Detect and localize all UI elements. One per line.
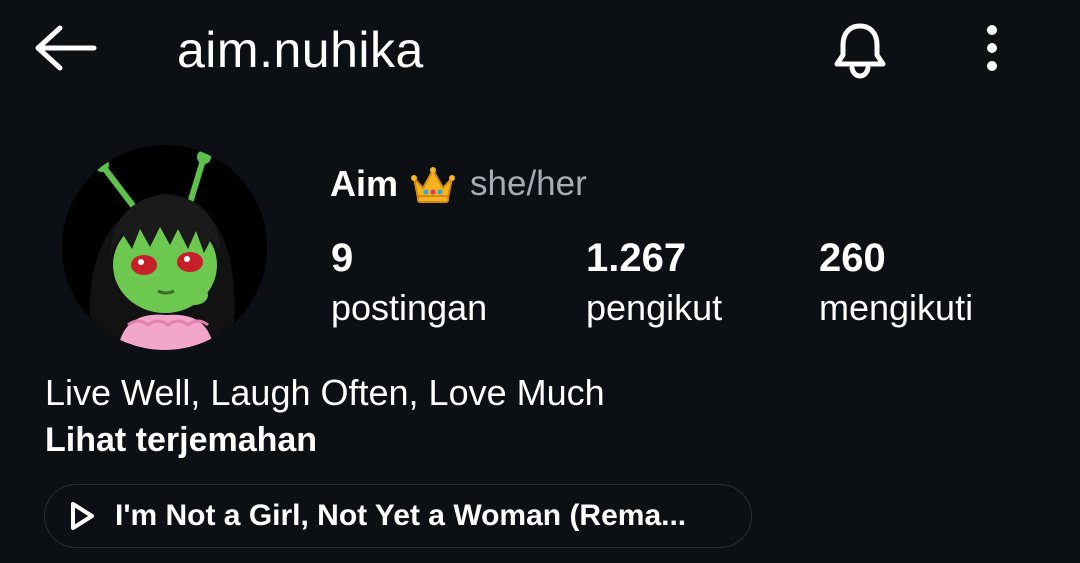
bell-icon	[834, 23, 886, 79]
following-label: mengikuti	[819, 287, 974, 328]
posts-label: postingan	[331, 287, 488, 328]
avatar-image	[62, 145, 267, 350]
more-options-button[interactable]	[970, 20, 1014, 76]
top-app-bar: aim.nuhika	[0, 0, 1080, 100]
profile-name-row: Aim she/her	[330, 160, 587, 208]
more-vertical-icon	[987, 25, 997, 71]
profile-bio: Live Well, Laugh Often, Love Much	[45, 372, 605, 413]
see-translation-link[interactable]: Lihat terjemahan	[45, 416, 317, 464]
posts-count: 9	[331, 236, 354, 280]
crown-emoji	[410, 164, 456, 204]
stat-followers[interactable]: 1.267 pengikut	[586, 232, 722, 332]
profile-avatar[interactable]	[62, 145, 267, 350]
profile-username: aim.nuhika	[177, 22, 424, 78]
notifications-button[interactable]	[828, 18, 892, 82]
profile-music-button[interactable]: I'm Not a Girl, Not Yet a Woman (Rema...	[44, 484, 752, 548]
display-name: Aim	[330, 163, 399, 204]
stat-following[interactable]: 260 mengikuti	[819, 232, 973, 332]
pronouns: she/her	[470, 164, 587, 203]
play-icon	[67, 499, 97, 533]
followers-label: pengikut	[586, 287, 723, 328]
music-title: I'm Not a Girl, Not Yet a Woman (Rema...	[115, 499, 687, 532]
stat-posts[interactable]: 9 postingan	[331, 232, 487, 332]
back-button[interactable]	[30, 22, 100, 74]
arrow-left-icon	[35, 25, 97, 71]
following-count: 260	[819, 236, 886, 280]
followers-count: 1.267	[586, 236, 687, 280]
